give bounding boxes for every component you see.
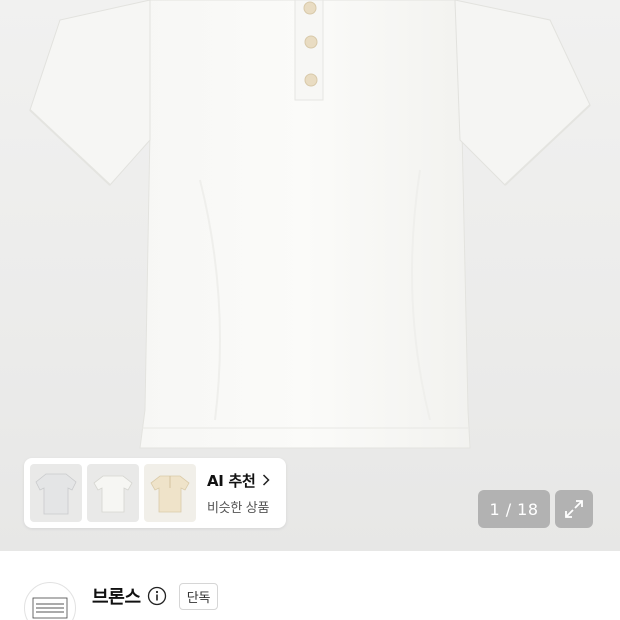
ai-recommend-card[interactable]: AI 추천 비슷한 상품 [24, 458, 286, 528]
brand-logo-icon [32, 597, 68, 619]
gray-tshirt-thumb-icon [35, 473, 77, 515]
white-tshirt-thumb-icon [93, 475, 133, 513]
recommend-thumbnail[interactable] [144, 464, 196, 522]
brand-row: 브론스 단독 [24, 572, 596, 620]
expand-button[interactable] [555, 490, 593, 528]
ai-recommend-title: AI 추천 [207, 472, 256, 490]
image-counter: 1 / 18 [478, 490, 550, 528]
recommend-thumbnail[interactable] [87, 464, 139, 522]
product-image-area[interactable]: AI 추천 비슷한 상품 1 / 18 [0, 0, 620, 551]
brand-logo[interactable] [24, 582, 76, 620]
recommend-thumbnail[interactable] [30, 464, 82, 522]
ai-recommend-subtitle: 비슷한 상품 [207, 501, 270, 516]
brand-name[interactable]: 브론스 [92, 583, 141, 609]
chevron-right-icon [262, 471, 270, 490]
info-icon[interactable] [147, 586, 167, 606]
ai-recommend-text[interactable]: AI 추천 비슷한 상품 [207, 470, 270, 516]
expand-icon [565, 500, 583, 518]
beige-henley-thumb-icon [150, 475, 190, 513]
exclusive-badge: 단독 [178, 582, 219, 610]
